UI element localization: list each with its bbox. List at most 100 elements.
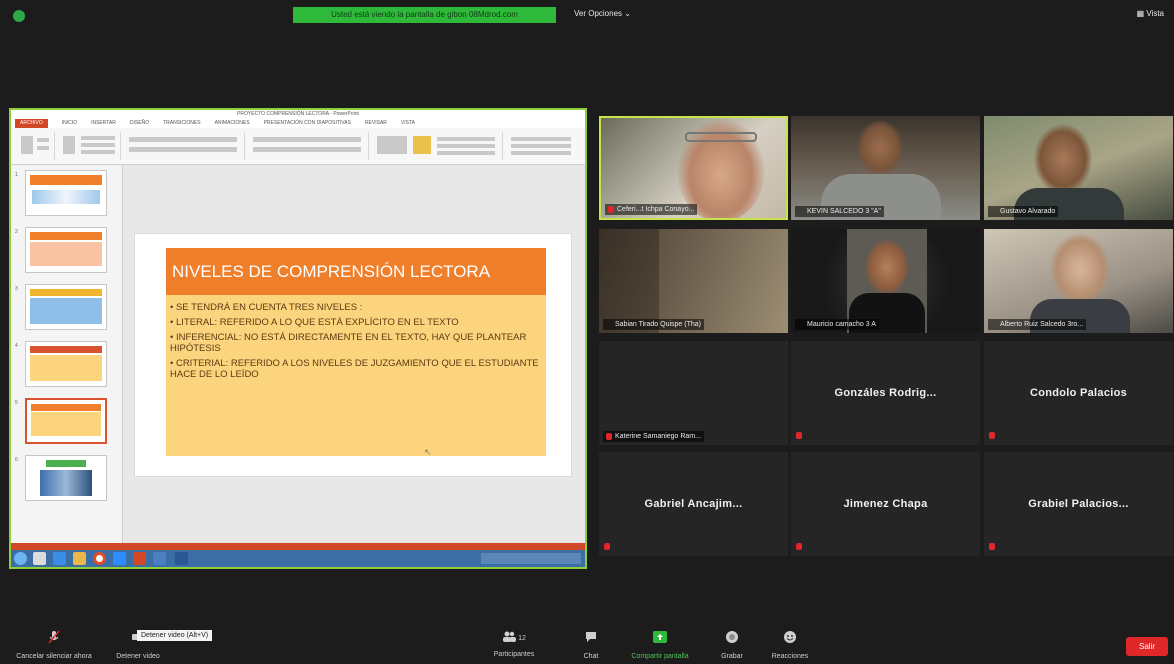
ribbon-group-paragraph [249,132,369,160]
participant-name: Mauricio camacho 3 A [795,319,879,330]
zoom-window: Usted está viendo la pantalla de gibon 0… [0,0,1174,664]
view-mode-button[interactable]: ▦ Vista [1137,9,1164,18]
participants-button[interactable]: 12 Participantes [484,622,544,664]
ribbon-tab-file[interactable]: ARCHIVO [15,119,48,128]
participant-tile-4[interactable]: Sabian Tirado Quispe (Tha) [599,229,788,333]
share-screen-button[interactable]: Compartir pantalla [622,622,698,664]
slide-bullet: • CRITERIAL: REFERIDO A LOS NIVELES DE J… [170,358,539,380]
reactions-label: Reacciones [771,653,809,660]
powerpoint-icon[interactable] [133,552,146,565]
slide-bullet: • LITERAL: REFERIDO A LO QUE ESTÁ EXPLÍC… [170,317,459,328]
participant-tile-12[interactable]: Grabiel Palacios... [984,452,1173,556]
ribbon-group-editing [507,132,579,160]
participant-tile-2[interactable]: KEVIN SALCEDO 3 "A" [791,116,980,220]
system-tray [481,553,581,564]
slide-number: 5 [15,400,18,406]
unmute-button[interactable]: Cancelar silenciar ahora [6,622,102,664]
participant-tile-1[interactable]: Ceferi...t Ichpa Conayo... [599,116,788,220]
participant-label: Condolo Palacios [1029,387,1128,399]
ribbon-tab-design[interactable]: DISEÑO [130,119,149,128]
ribbon-tabs: ARCHIVO INICIO INSERTAR DISEÑO TRANSICIO… [11,119,585,128]
stop-video-label: Detener video [116,653,160,660]
record-icon [726,631,738,643]
participant-tile-11[interactable]: Jimenez Chapa [791,452,980,556]
slide-number: 2 [15,229,18,235]
participant-name: Sabian Tirado Quispe (Tha) [603,319,704,330]
mic-muted-icon [796,543,802,550]
participant-name: Ceferi...t Ichpa Conayo... [605,204,698,215]
mic-muted-icon [606,433,612,440]
slide-number: 6 [15,457,18,463]
slide-thumbnail-6[interactable] [25,455,107,501]
record-button[interactable]: Grabar [716,622,748,664]
microphone-muted-icon [48,630,60,644]
participant-tile-9[interactable]: Condolo Palacios [984,341,1173,445]
slide-number: 1 [15,172,18,178]
mouse-cursor-icon: ↖ [424,447,432,457]
ribbon-group-font [125,132,245,160]
participants-count: 12 [518,635,526,642]
share-screen-icon [653,631,667,643]
ribbon-tab-transitions[interactable]: TRANSICIONES [163,119,201,128]
slide-thumbnail-3[interactable] [25,284,107,330]
participant-tile-6[interactable]: Alberto Ruiz Salcedo 3ro... [984,229,1173,333]
word-icon[interactable] [175,552,188,565]
view-options-button[interactable]: Ver Opciones ⌄ [574,9,631,18]
taskbar-app-icon[interactable] [53,552,66,565]
shared-screen: PROYECTO COMPRENSIÓN LECTORA - PowerPoin… [9,108,587,569]
slide-thumbnail-5-selected[interactable] [25,398,107,444]
slide-thumbnail-1[interactable] [25,170,107,216]
screen-share-banner: Usted está viendo la pantalla de gibon 0… [293,7,556,23]
participant-tile-5[interactable]: Mauricio camacho 3 A [791,229,980,333]
slide-thumbnail-4[interactable] [25,341,107,387]
taskbar-app-icon[interactable] [33,552,46,565]
slide-thumbnails: 1 2 3 4 5 6 [11,165,123,543]
chrome-icon[interactable] [93,552,106,565]
mic-muted-icon [604,543,610,550]
windows-start-icon[interactable] [14,552,27,565]
participant-name: Katerine Samaniego Ram... [603,431,704,442]
reactions-button[interactable]: Reacciones [764,622,816,664]
ribbon-tab-home[interactable]: INICIO [62,119,77,128]
participant-label: Gonzáles Rodrig... [834,387,937,399]
participant-tile-3[interactable]: Gustavo Alvarado [984,116,1173,220]
participant-tile-8[interactable]: Gonzáles Rodrig... [791,341,980,445]
participant-tile-10[interactable]: Gabriel Ancajim... [599,452,788,556]
participant-tile-7[interactable]: Katerine Samaniego Ram... [599,341,788,445]
record-label: Grabar [721,653,743,660]
ribbon-tab-view[interactable]: VISTA [401,119,415,128]
slide-heading: NIVELES DE COMPRENSIÓN LECTORA [166,248,546,295]
stop-video-button[interactable]: Detener video [112,622,164,664]
taskbar-app-icon[interactable] [153,552,166,565]
windows-taskbar [11,550,585,567]
powerpoint-title: PROYECTO COMPRENSIÓN LECTORA - PowerPoin… [11,110,585,119]
share-screen-label: Compartir pantalla [631,653,689,660]
ribbon-group-clipboard [15,132,55,160]
slide-canvas[interactable]: NIVELES DE COMPRENSIÓN LECTORA • SE TEND… [134,233,572,477]
zoom-icon[interactable] [113,552,126,565]
mic-muted-icon [989,432,995,439]
participant-name: KEVIN SALCEDO 3 "A" [795,206,884,217]
ribbon-tab-animations[interactable]: ANIMACIONES [215,119,250,128]
participant-label: Grabiel Palacios... [1028,498,1129,510]
chat-icon [586,632,596,642]
meeting-toolbar: Cancelar silenciar ahora Detener video 1… [0,622,1174,664]
participant-label: Jimenez Chapa [843,498,928,510]
smiley-icon [784,631,796,643]
slide-bullets: • SE TENDRÁ EN CUENTA TRES NIVELES : • L… [166,295,546,380]
participants-icon [503,631,517,642]
security-shield-icon[interactable] [13,10,25,22]
slide-number: 4 [15,343,18,349]
chat-button[interactable]: Chat [576,622,606,664]
ribbon-tab-insert[interactable]: INSERTAR [91,119,116,128]
slide-number: 3 [15,286,18,292]
ribbon-group-drawing [373,132,503,160]
taskbar-app-icon[interactable] [73,552,86,565]
ribbon-tab-review[interactable]: REVISAR [365,119,387,128]
chat-label: Chat [583,653,599,660]
slide-bullet: • SE TENDRÁ EN CUENTA TRES NIVELES : [170,302,363,313]
powerpoint-status-bar [11,543,585,550]
leave-meeting-button[interactable]: Salir [1126,637,1168,656]
slide-thumbnail-2[interactable] [25,227,107,273]
ribbon-tab-slideshow[interactable]: PRESENTACIÓN CON DIAPOSITIVAS [264,119,351,128]
